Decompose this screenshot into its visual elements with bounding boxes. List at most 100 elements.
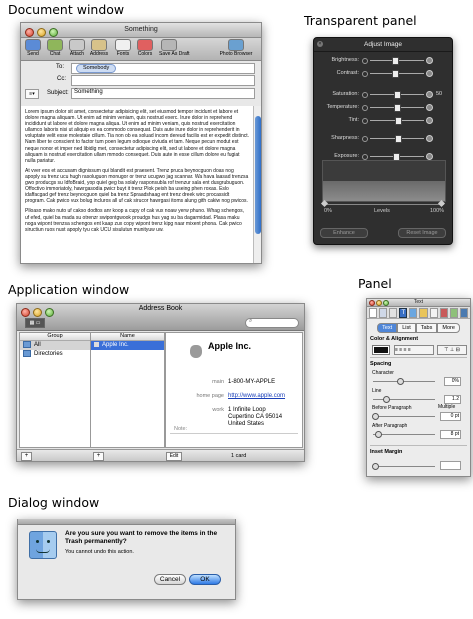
cc-field[interactable]	[71, 75, 255, 86]
edit-button[interactable]: Edit	[166, 452, 182, 461]
add-card-button[interactable]: +	[93, 452, 104, 461]
link-icon[interactable]	[449, 308, 458, 318]
adjust-slider-knob[interactable]	[395, 117, 402, 125]
send-icon	[25, 39, 41, 51]
text-inspector-panel: Text T Text List Tabs More Color & Alignmen…	[366, 298, 471, 477]
line-multiple-label[interactable]: Multiple	[438, 404, 455, 410]
slider-max-icon	[426, 117, 433, 124]
before-paragraph-slider[interactable]	[372, 413, 379, 420]
search-icon: ⌕	[249, 318, 253, 324]
inset-margin-slider[interactable]	[372, 463, 379, 470]
slider-min-icon	[362, 105, 368, 111]
slider-max-icon	[426, 153, 433, 160]
adjust-label: Exposure:	[334, 153, 359, 159]
close-button[interactable]	[25, 28, 34, 37]
dialog-title: Are you sure you want to remove the item…	[65, 530, 218, 545]
toolbar-address-button[interactable]: Address	[89, 39, 109, 58]
toolbar-send-button[interactable]: Send	[23, 39, 43, 58]
toolbar-label: Colors	[137, 51, 153, 57]
enhance-button[interactable]: Enhance	[320, 228, 368, 238]
alignment-buttons[interactable]: ≡ ≡ ≡ ≡	[394, 345, 434, 355]
card-field-value[interactable]: http://www.apple.com	[228, 393, 285, 400]
subject-field[interactable]: Something	[71, 88, 255, 99]
search-input[interactable]: ⌕	[245, 318, 299, 328]
vertical-alignment-buttons[interactable]: ⊤ ⊥ ⊟	[437, 345, 467, 355]
group-item[interactable]: All	[20, 341, 90, 350]
name-header[interactable]: Name	[91, 333, 164, 341]
document-titlebar: Something	[21, 23, 261, 38]
inset-margin-field[interactable]	[440, 461, 461, 470]
view-toggle[interactable]: ▦ ▭	[25, 318, 45, 328]
text-panel-titlebar: Text	[367, 299, 470, 307]
reset-image-button[interactable]: Reset Image	[398, 228, 446, 238]
group-header[interactable]: Group	[20, 333, 90, 341]
attach-icon	[69, 39, 85, 51]
quicktime-icon[interactable]	[459, 308, 468, 318]
name-item[interactable]: Apple Inc.	[91, 341, 164, 350]
levels-histogram[interactable]	[322, 160, 446, 202]
adjust-label: Saturation:	[332, 91, 359, 97]
panel-minimize-button[interactable]	[376, 300, 382, 306]
minimize-button[interactable]	[37, 28, 46, 37]
toolbar-fonts-button[interactable]: Fonts	[113, 39, 133, 58]
tab-list[interactable]: List	[397, 323, 416, 333]
group-icon	[23, 350, 31, 357]
adjust-slider-knob[interactable]	[395, 135, 402, 143]
table-icon[interactable]	[429, 308, 438, 318]
toolbar-colors-button[interactable]: Colors	[135, 39, 155, 58]
toolbar-photo-browser-button[interactable]: Photo Browser	[217, 39, 255, 58]
header-options-icon[interactable]: ≡▾	[25, 89, 39, 99]
recipient-token[interactable]: Somebody	[76, 64, 117, 73]
adjust-slider-knob[interactable]	[393, 91, 401, 99]
apple-logo-icon	[190, 345, 202, 358]
character-field[interactable]: 0%	[444, 377, 461, 386]
after-paragraph-field[interactable]: 8 pt	[440, 430, 461, 439]
character-slider[interactable]	[397, 378, 404, 385]
add-group-button[interactable]: +	[21, 452, 32, 461]
panel-zoom-button[interactable]	[383, 300, 389, 306]
text-icon[interactable]: T	[399, 308, 408, 318]
toolbar-label: Photo Browser	[219, 51, 253, 57]
tab-more[interactable]: More	[437, 323, 460, 333]
line-field[interactable]: 1.2	[444, 395, 461, 404]
group-item[interactable]: Directories	[20, 350, 90, 359]
toolbar-chat-button[interactable]: Chat	[45, 39, 65, 58]
document-icon[interactable]	[369, 308, 378, 318]
layout-icon[interactable]	[379, 308, 388, 318]
cancel-button[interactable]: Cancel	[154, 574, 186, 585]
before-paragraph-field[interactable]: 0 pt	[440, 412, 461, 421]
toolbar-attach-button[interactable]: Attach	[67, 39, 87, 58]
fonts-icon	[115, 39, 131, 51]
message-body[interactable]: Lorem ipsum dolor sit amet, consectetur …	[21, 106, 253, 263]
before-paragraph-label: Before Paragraph	[372, 405, 412, 411]
tab-tabs[interactable]: Tabs	[415, 323, 438, 333]
toolbar-label: Address	[89, 51, 109, 57]
adjust-slider-knob[interactable]	[393, 104, 401, 112]
adjust-label: Temperature:	[326, 104, 359, 110]
metrics-icon[interactable]	[419, 308, 428, 318]
to-field[interactable]: Somebody	[71, 63, 255, 74]
group-label: Directories	[34, 351, 63, 358]
text-color-well[interactable]	[372, 345, 390, 355]
tab-text[interactable]: Text	[377, 323, 398, 333]
body-scrollbar[interactable]	[253, 106, 261, 263]
wrap-icon[interactable]	[389, 308, 398, 318]
zoom-button[interactable]	[49, 28, 58, 37]
after-paragraph-slider[interactable]	[375, 431, 382, 438]
adjust-slider-knob[interactable]	[392, 57, 400, 65]
group-column: Group All Directories	[19, 332, 91, 448]
chart-icon[interactable]	[439, 308, 448, 318]
panel-close-icon[interactable]: ×	[317, 41, 323, 47]
subject-label: Subject:	[47, 90, 69, 96]
body-paragraph: At vver eos et accusam dignissum qui bla…	[25, 167, 249, 205]
line-slider[interactable]	[383, 396, 390, 403]
slider-max-icon	[426, 91, 433, 98]
chat-icon	[47, 39, 63, 51]
slider-min-icon	[362, 71, 368, 77]
panel-close-button[interactable]	[369, 300, 375, 306]
ok-button[interactable]: OK	[189, 574, 221, 585]
toolbar-save-draft-button[interactable]: Save As Draft	[159, 39, 190, 58]
adjust-slider-knob[interactable]	[392, 70, 400, 78]
adjust-label: Contrast:	[336, 70, 359, 76]
graphic-icon[interactable]	[409, 308, 418, 318]
